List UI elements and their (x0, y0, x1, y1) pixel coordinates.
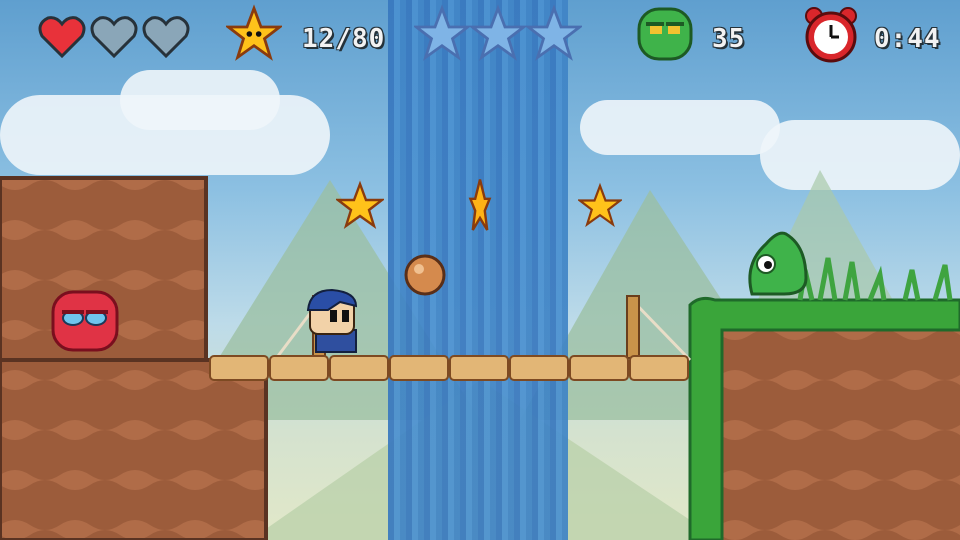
star-collectible-spinning (468, 179, 492, 231)
heart-empty-icon (90, 16, 138, 59)
rock-projectile (404, 254, 446, 296)
star-counter: 12/80 (302, 24, 386, 54)
green-blob-enemy (748, 231, 808, 296)
big-star-empty-icon (412, 4, 472, 61)
big-star-empty-icon (524, 4, 584, 61)
health-hearts (38, 14, 194, 62)
enemy-counter: 35 (712, 24, 746, 54)
star-icon (226, 4, 282, 61)
red-slime-enemy (51, 290, 119, 352)
star-collectible (578, 182, 622, 228)
heart-full-icon (38, 16, 86, 59)
player-character (306, 288, 358, 353)
game-scene (0, 0, 960, 540)
slime-icon (637, 7, 693, 61)
rope-bridge (209, 295, 692, 381)
heart-empty-icon (142, 16, 190, 59)
star-collectible (336, 180, 384, 230)
big-star-empty-icon (468, 4, 528, 61)
big-star-slots (412, 4, 584, 68)
timer: 0:44 (874, 24, 941, 54)
alarm-clock-icon (805, 7, 857, 63)
